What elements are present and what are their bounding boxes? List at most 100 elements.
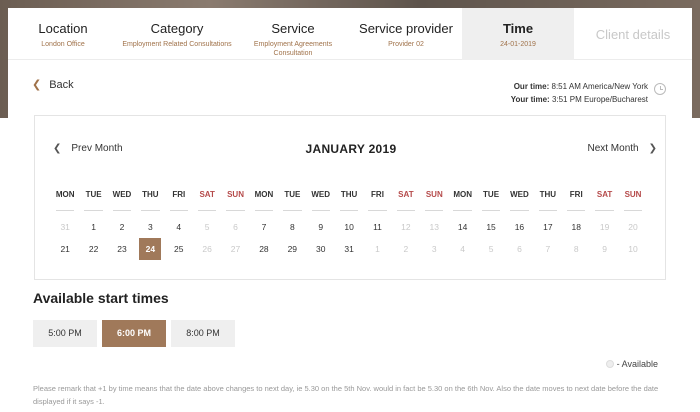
- step-time-sub: 24-01-2019: [500, 41, 536, 48]
- next-month-button[interactable]: Next Month ❯: [587, 143, 657, 154]
- calendar-day: 5: [477, 238, 505, 260]
- calendar-day-number: 12: [401, 222, 411, 232]
- calendar-day-selected[interactable]: 24: [136, 238, 164, 260]
- calendar-day-number: 31: [344, 244, 354, 254]
- calendar-day: 12: [392, 216, 420, 238]
- calendar-day-number: 20: [628, 222, 638, 232]
- calendar-day[interactable]: 17: [534, 216, 562, 238]
- calendar-day[interactable]: 28: [250, 238, 278, 260]
- calendar-day: 26: [193, 238, 221, 260]
- calendar-day-number: 31: [60, 222, 70, 232]
- calendar-day[interactable]: 7: [250, 216, 278, 238]
- calendar-day-number: 4: [176, 222, 182, 232]
- step-service-sub: Employment Agreements Consultation: [253, 41, 333, 57]
- calendar-day[interactable]: 9: [307, 216, 335, 238]
- step-location[interactable]: Location London Office: [8, 8, 118, 60]
- weekday-label: MON: [448, 188, 476, 211]
- availability-legend: - Available: [605, 359, 658, 369]
- chevron-left-icon: ❮: [32, 79, 42, 91]
- calendar-day: 13: [420, 216, 448, 238]
- calendar-day: 31: [51, 216, 79, 238]
- step-time[interactable]: Time 24-01-2019: [462, 8, 574, 60]
- calendar-day[interactable]: 3: [136, 216, 164, 238]
- calendar-day-number: 11: [373, 222, 382, 232]
- step-client-details: Client details: [574, 8, 692, 60]
- calendar-day[interactable]: 16: [505, 216, 533, 238]
- back-label: Back: [49, 78, 74, 91]
- calendar-day[interactable]: 22: [79, 238, 107, 260]
- weekday-row: MON TUE WED THU FRI SAT SUN MON TUE WED THU FRI SAT S…: [51, 188, 663, 211]
- calendar-day[interactable]: 4: [165, 216, 193, 238]
- calendar-day-number: 26: [202, 244, 212, 254]
- calendar-header: ❮ Prev Month JANUARY 2019 Next Month ❯: [35, 142, 667, 157]
- calendar-day: 1: [363, 238, 391, 260]
- weekday-label: TUE: [278, 188, 306, 211]
- calendar-day: 19: [590, 216, 618, 238]
- calendar-day-number: 6: [233, 222, 238, 232]
- calendar-day[interactable]: 21: [51, 238, 79, 260]
- your-time-label: Your time:: [510, 95, 550, 104]
- calendar-day-number: 9: [318, 222, 324, 232]
- available-dot-icon: [605, 360, 614, 368]
- calendar-day: 20: [619, 216, 647, 238]
- week-row: 21 22 23 24 25 26 27 28 29 30 31 1 2 3 4 5 6 7 8 9 10: [51, 238, 663, 260]
- time-slot-button-selected[interactable]: 6:00 PM: [102, 320, 166, 347]
- weekday-label: MON: [51, 188, 79, 211]
- clock-icon[interactable]: [654, 83, 666, 95]
- calendar-day-number: 2: [403, 244, 409, 254]
- calendar-day[interactable]: 29: [278, 238, 306, 260]
- chevron-right-icon: ❯: [648, 143, 657, 154]
- calendar-day-number: 5: [488, 244, 494, 254]
- step-service-title: Service: [271, 21, 315, 36]
- weekday-label: WED: [307, 188, 335, 211]
- calendar-day[interactable]: 1: [79, 216, 107, 238]
- time-slot-button[interactable]: 5:00 PM: [33, 320, 97, 347]
- weekday-label: FRI: [363, 188, 391, 211]
- step-client-details-title: Client details: [595, 27, 671, 42]
- calendar-day: 3: [420, 238, 448, 260]
- calendar-day[interactable]: 15: [477, 216, 505, 238]
- calendar-day-number: 8: [289, 222, 295, 232]
- weekday-label: THU: [136, 188, 164, 211]
- calendar-day[interactable]: 10: [335, 216, 363, 238]
- calendar-day[interactable]: 14: [448, 216, 476, 238]
- weekday-label: THU: [335, 188, 363, 211]
- calendar-day-number: 22: [88, 244, 99, 254]
- calendar-day-number: 2: [119, 222, 125, 232]
- calendar-day-number: 23: [117, 244, 127, 254]
- next-month-label: Next Month: [587, 143, 639, 154]
- step-service-provider-sub: Provider 02: [388, 41, 424, 48]
- time-slot-button[interactable]: 8:00 PM: [171, 320, 235, 347]
- weekday-label: SUN: [619, 188, 647, 211]
- calendar-day[interactable]: 11: [363, 216, 391, 238]
- calendar-day[interactable]: 30: [307, 238, 335, 260]
- weekday-label: FRI: [562, 188, 590, 211]
- calendar-day-number: 7: [545, 244, 551, 254]
- calendar-day-number: 4: [460, 244, 466, 254]
- calendar-day[interactable]: 31: [335, 238, 363, 260]
- step-service[interactable]: Service Employment Agreements Consultati…: [236, 8, 350, 60]
- calendar-day-number: 3: [431, 244, 437, 254]
- step-location-sub: London Office: [41, 41, 85, 48]
- calendar-day-number: 5: [204, 222, 210, 232]
- step-category[interactable]: Category Employment Related Consultation…: [118, 8, 236, 60]
- calendar-day-number: 13: [429, 222, 439, 232]
- calendar-day-number: 9: [602, 244, 607, 254]
- calendar-day-number: 17: [543, 222, 553, 232]
- calendar-day[interactable]: 8: [278, 216, 306, 238]
- step-service-provider[interactable]: Service provider Provider 02: [350, 8, 462, 60]
- calendar-day[interactable]: 25: [165, 238, 193, 260]
- step-category-title: Category: [150, 21, 204, 36]
- calendar-day-number: 15: [486, 222, 496, 232]
- back-button[interactable]: ❮ Back: [32, 78, 74, 92]
- calendar-day[interactable]: 18: [562, 216, 590, 238]
- calendar-day: 2: [392, 238, 420, 260]
- calendar-day[interactable]: 2: [108, 216, 136, 238]
- booking-card: Location London Office Category Employme…: [8, 8, 692, 412]
- steps-bar: Location London Office Category Employme…: [8, 8, 692, 60]
- calendar-day: 27: [221, 238, 249, 260]
- weekday-label: WED: [108, 188, 136, 211]
- calendar-day-number: 3: [148, 222, 153, 232]
- step-time-title: Time: [502, 21, 534, 36]
- calendar-day[interactable]: 23: [108, 238, 136, 260]
